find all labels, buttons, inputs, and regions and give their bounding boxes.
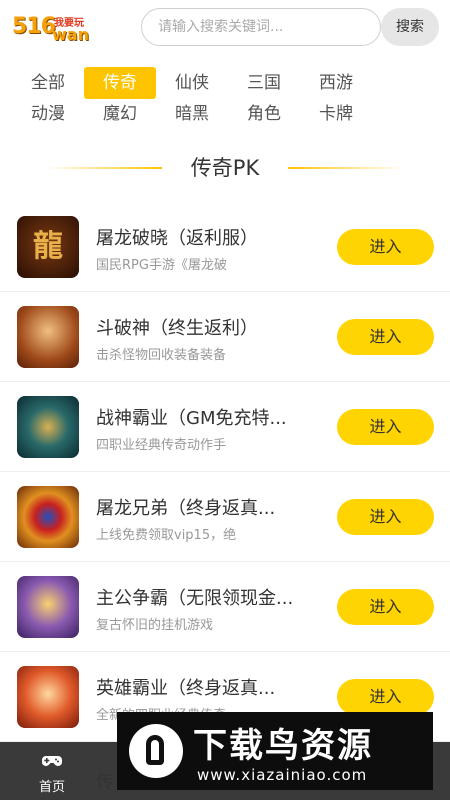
section-title: 传奇PK bbox=[190, 156, 260, 180]
enter-button[interactable]: 进入 bbox=[337, 499, 434, 535]
gamepad-icon bbox=[42, 756, 62, 766]
logo-wan: wan bbox=[52, 25, 89, 44]
game-desc: 复古怀旧的挂机游戏 bbox=[96, 618, 214, 633]
game-icon[interactable] bbox=[17, 666, 79, 728]
watermark: 下载鸟资源 www.xiazainiao.com bbox=[117, 712, 433, 790]
section-header: 传奇PK bbox=[0, 150, 450, 184]
category-dark[interactable]: 暗黑 bbox=[156, 98, 228, 130]
game-icon[interactable] bbox=[17, 306, 79, 368]
game-row[interactable]: 主公争霸（无限领现金... 复古怀旧的挂机游戏 进入 bbox=[0, 562, 450, 652]
game-name: 斗破神（终生返利） bbox=[96, 318, 258, 339]
logo-number: 516 bbox=[12, 14, 56, 39]
enter-button[interactable]: 进入 bbox=[337, 229, 434, 265]
tab-home[interactable]: 首页 bbox=[20, 742, 84, 800]
search-input[interactable] bbox=[158, 19, 368, 35]
category-three-kingdoms[interactable]: 三国 bbox=[228, 67, 300, 99]
game-name-partial: 传 bbox=[96, 772, 114, 793]
game-name: 屠龙兄弟（终身返真... bbox=[96, 498, 276, 519]
game-desc: 四职业经典传奇动作手 bbox=[96, 438, 227, 453]
header: 516 我要玩 wan 搜索 bbox=[0, 0, 450, 56]
site-logo[interactable]: 516 我要玩 wan bbox=[12, 12, 130, 44]
game-desc: 击杀怪物回收装备装备 bbox=[96, 348, 227, 363]
category-card[interactable]: 卡牌 bbox=[300, 98, 372, 130]
watermark-title: 下载鸟资源 bbox=[193, 726, 373, 766]
game-desc: 国民RPG手游《屠龙破 bbox=[96, 258, 227, 273]
game-row[interactable]: 斗破神（终生返利） 击杀怪物回收装备装备 进入 bbox=[0, 292, 450, 382]
divider-right bbox=[288, 167, 404, 169]
enter-button[interactable]: 进入 bbox=[337, 589, 434, 625]
game-icon-glyph: 龍 bbox=[33, 229, 63, 264]
game-icon[interactable] bbox=[17, 576, 79, 638]
game-row[interactable]: 屠龙兄弟（终身返真... 上线免费领取vip15，绝 进入 bbox=[0, 472, 450, 562]
category-anime[interactable]: 动漫 bbox=[12, 98, 84, 130]
game-icon[interactable] bbox=[17, 396, 79, 458]
game-row[interactable]: 战神霸业（GM免充特... 四职业经典传奇动作手 进入 bbox=[0, 382, 450, 472]
search-button[interactable]: 搜索 bbox=[381, 8, 439, 46]
category-xianxia[interactable]: 仙侠 bbox=[156, 67, 228, 99]
tab-home-label: 首页 bbox=[38, 780, 65, 795]
game-name: 英雄霸业（终身返真... bbox=[96, 678, 276, 699]
category-rpg[interactable]: 角色 bbox=[228, 98, 300, 130]
game-icon[interactable]: 龍 bbox=[17, 216, 79, 278]
search-box[interactable] bbox=[141, 8, 381, 46]
game-name: 战神霸业（GM免充特... bbox=[96, 408, 287, 429]
category-all[interactable]: 全部 bbox=[12, 67, 84, 99]
divider-left bbox=[46, 167, 162, 169]
game-icon[interactable] bbox=[17, 486, 79, 548]
enter-button[interactable]: 进入 bbox=[337, 319, 434, 355]
enter-button[interactable]: 进入 bbox=[337, 409, 434, 445]
game-name: 屠龙破晓（返利服） bbox=[96, 228, 258, 249]
bird-logo-icon bbox=[129, 724, 183, 778]
game-row[interactable]: 龍 屠龙破晓（返利服） 国民RPG手游《屠龙破 进入 bbox=[0, 202, 450, 292]
category-legend[interactable]: 传奇 bbox=[84, 67, 156, 99]
game-name: 主公争霸（无限领现金... bbox=[96, 588, 294, 609]
category-journey-west[interactable]: 西游 bbox=[300, 67, 372, 99]
bird-logo-mark bbox=[146, 735, 164, 765]
game-desc: 上线免费领取vip15，绝 bbox=[96, 528, 237, 543]
category-fantasy[interactable]: 魔幻 bbox=[84, 98, 156, 130]
watermark-url: www.xiazainiao.com bbox=[197, 766, 368, 784]
enter-button[interactable]: 进入 bbox=[337, 679, 434, 715]
